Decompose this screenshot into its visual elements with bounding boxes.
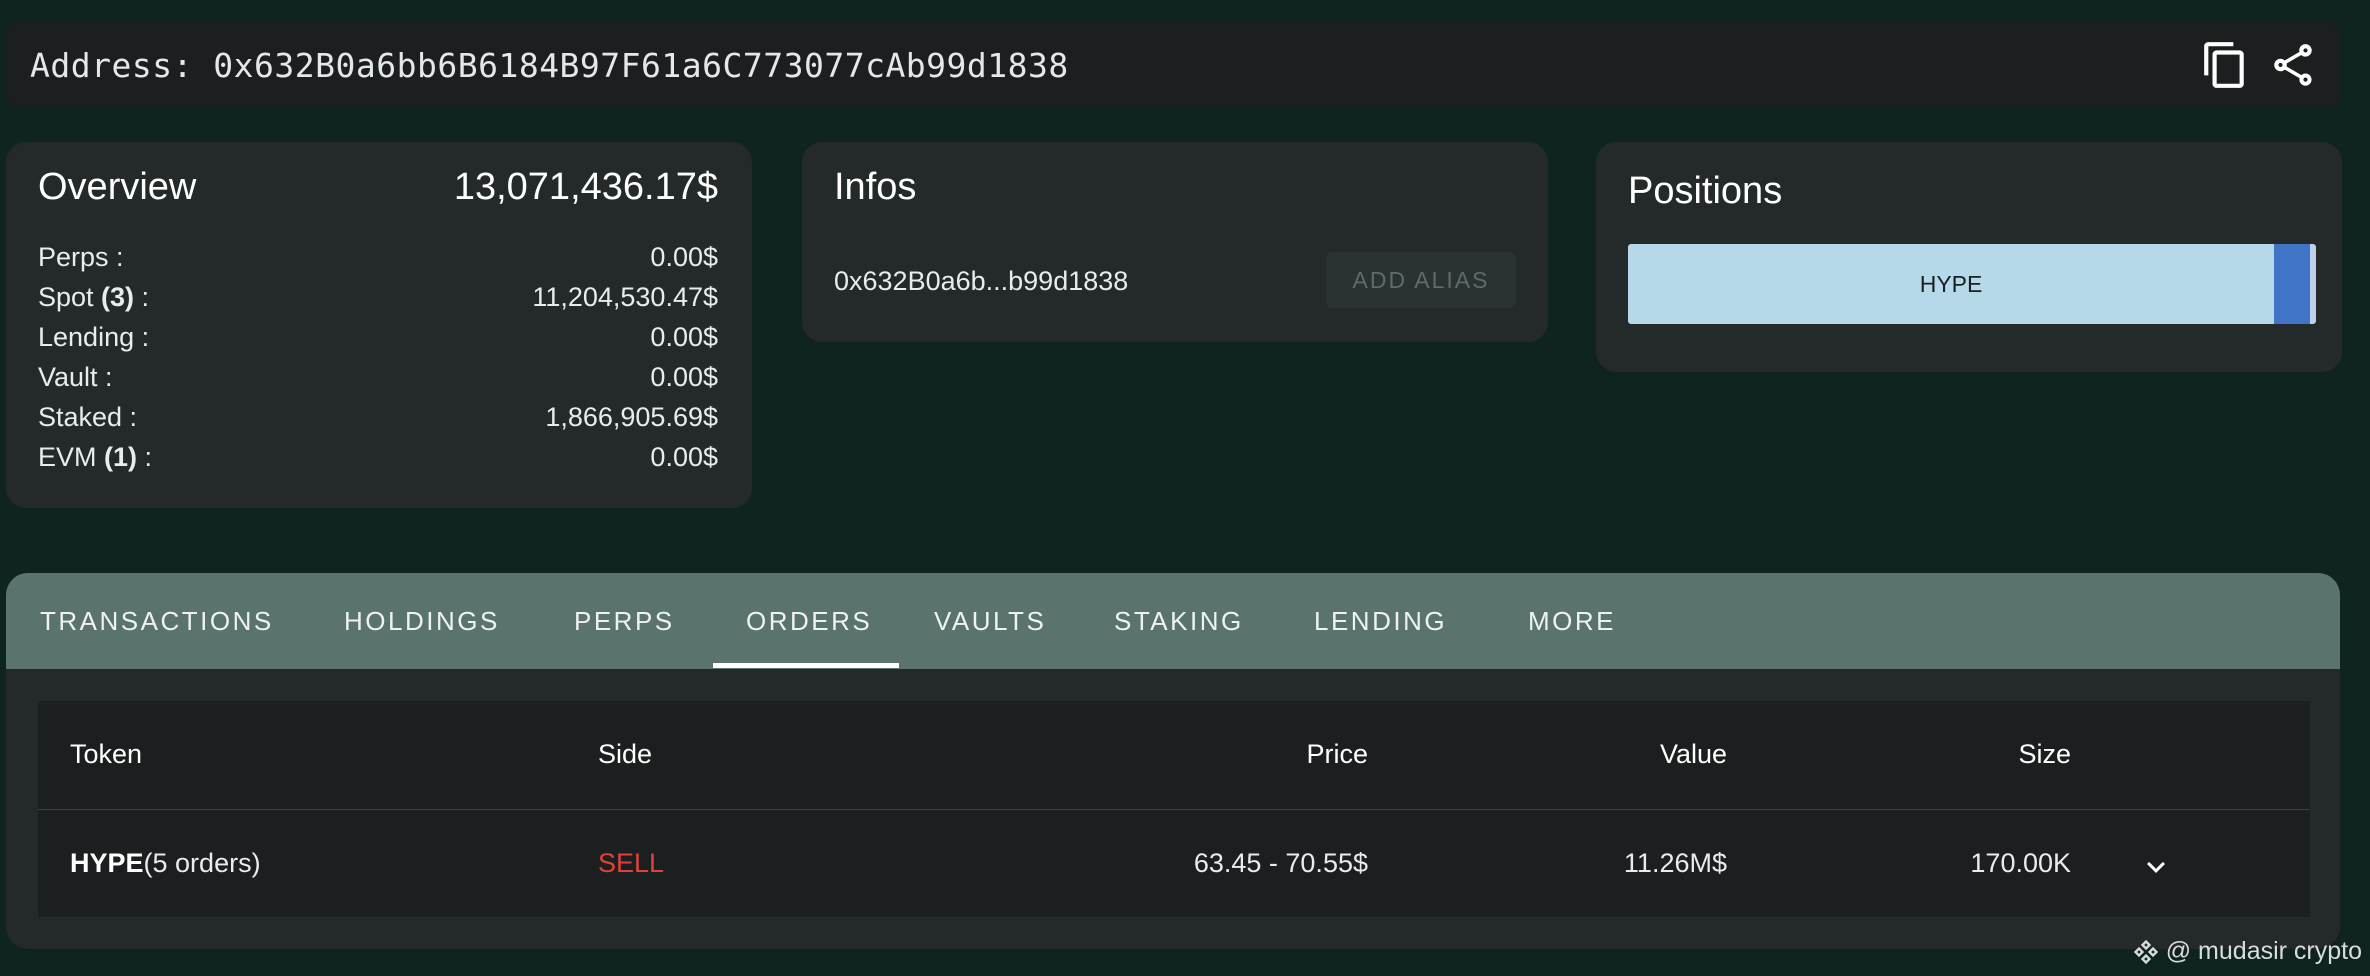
tab-vaults[interactable]: VAULTS [934,573,1046,669]
overview-row-label: EVM [38,442,105,472]
overview-row-value: 0.00$ [650,322,718,352]
column-header-token[interactable]: Token [70,739,142,770]
tab-lending[interactable]: LENDING [1314,573,1447,669]
table-cell-size: 170.00K [1970,848,2071,878]
column-header-price[interactable]: Price [1306,739,1368,770]
tab-holdings[interactable]: HOLDINGS [344,573,500,669]
details-card: TRANSACTIONS HOLDINGS PERPS ORDERS VAULT… [6,573,2340,949]
column-header-size[interactable]: Size [2018,739,2071,770]
overview-row-label: Spot [38,282,102,312]
table-cell-value: 11.26M$ [1623,848,1727,878]
overview-row-value: 1,866,905.69$ [545,402,718,432]
binance-icon [2133,939,2158,964]
overview-row-count: (3) [101,282,135,312]
positions-title: Positions [1628,170,1783,212]
tab-perps[interactable]: PERPS [574,573,675,669]
add-alias-button[interactable]: ADD ALIAS [1326,252,1516,308]
column-header-value[interactable]: Value [1660,739,1727,770]
orders-table: Token Side Price Value Size HYPE(5 order… [38,701,2310,917]
positions-bar: HYPE [1628,244,2316,324]
table-cell-price: 63.45 - 70.55$ [1193,848,1368,878]
overview-row-evm: EVM (1) : 0.00$ [38,442,718,472]
position-segment-hype[interactable]: HYPE [1628,244,2275,324]
overview-row-label: Perps : [38,242,124,272]
infos-title: Infos [834,166,917,208]
overview-card: Overview 13,071,436.17$ Perps : 0.00$ Sp… [6,142,752,508]
watermark: @ mudasir crypto [2132,937,2362,966]
overview-row-value: 0.00$ [650,242,718,272]
share-icon[interactable] [2268,40,2318,90]
tab-more[interactable]: MORE [1528,573,1616,669]
overview-row-label: Lending : [38,322,150,352]
infos-card: Infos 0x632B0a6b...b99d1838 ADD ALIAS [802,142,1548,342]
overview-row-lending: Lending : 0.00$ [38,322,718,362]
overview-row-count: (1) [104,442,138,472]
overview-row-value: 0.00$ [650,362,718,392]
position-segment[interactable] [2274,244,2311,324]
overview-row-label: Vault : [38,362,113,392]
wallet-address: Address: 0x632B0a6bb6B6184B97F61a6C77307… [30,46,1069,85]
column-header-side[interactable]: Side [598,739,652,770]
overview-row-perps: Perps : 0.00$ [38,242,718,282]
token-symbol: HYPE [70,848,144,878]
copy-icon[interactable] [2200,40,2250,90]
overview-row-value: 11,204,530.47$ [532,282,718,312]
tab-staking[interactable]: STAKING [1114,573,1244,669]
short-address: 0x632B0a6b...b99d1838 [834,266,1129,296]
positions-card: Positions HYPE [1596,142,2342,372]
table-cell-side: SELL [598,848,665,878]
address-bar: Address: 0x632B0a6bb6B6184B97F61a6C77307… [6,22,2340,108]
table-cell-token: HYPE(5 orders) [70,848,261,879]
overview-row-staked: Staked : 1,866,905.69$ [38,402,718,442]
watermark-text: @ mudasir crypto [2165,937,2362,965]
overview-row-value: 0.00$ [650,442,718,472]
overview-total: 13,071,436.17$ [453,166,718,208]
tab-transactions[interactable]: TRANSACTIONS [40,573,274,669]
overview-row-label: Staked : [38,402,138,432]
position-segment[interactable] [2310,244,2316,324]
overview-row-vault: Vault : 0.00$ [38,362,718,402]
token-order-count: (5 orders) [143,848,261,878]
table-divider [38,809,2310,810]
overview-row-spot: Spot (3) : 11,204,530.47$ [38,282,718,312]
active-tab-indicator [713,663,899,668]
overview-title: Overview [38,166,197,208]
tab-bar: TRANSACTIONS HOLDINGS PERPS ORDERS VAULT… [6,573,2340,669]
chevron-down-icon[interactable] [2138,849,2174,885]
tab-orders[interactable]: ORDERS [746,573,872,669]
